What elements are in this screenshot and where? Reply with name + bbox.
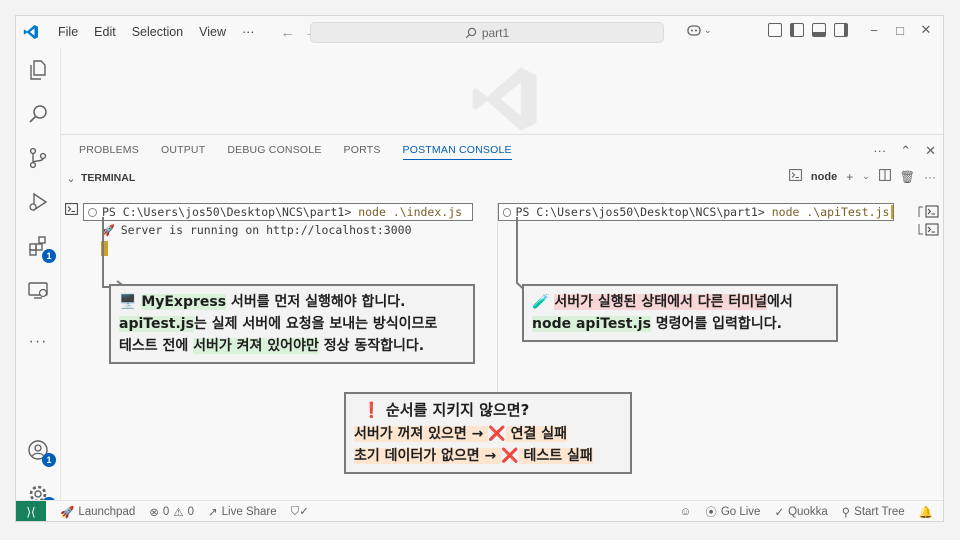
shield-check-icon: ⛉✓ xyxy=(290,506,309,518)
tree-icon: ⚲ xyxy=(841,507,851,519)
cross-mark-icon: ❌ xyxy=(488,426,506,442)
quokka-item[interactable]: ✓ Quokka xyxy=(774,505,827,519)
status-right: ☺ ⦿ Go Live ✓ Quokka ⚲ Start Tree 🔔 xyxy=(680,501,933,521)
menu-view[interactable]: View xyxy=(191,16,234,48)
source-control-icon[interactable] xyxy=(26,146,50,170)
editor-area xyxy=(60,48,943,134)
callout3-line1-result: 연결 실패 xyxy=(505,426,567,442)
minimize-icon[interactable]: − xyxy=(865,23,883,38)
callout1-line1-text: 서버를 먼저 실행해야 합니다. xyxy=(226,294,406,310)
error-count: 0 xyxy=(162,505,170,518)
callout3-line1-text: 서버가 꺼져 있으면 → xyxy=(354,426,489,442)
warning-icon: ⚠ xyxy=(173,506,184,519)
copilot-icon[interactable]: ☺ xyxy=(680,506,692,518)
launchpad-label: Launchpad xyxy=(78,505,136,518)
problems-item[interactable]: ⊗ 0 ⚠ 0 xyxy=(149,505,194,519)
menu-edit[interactable]: Edit xyxy=(86,16,124,48)
chevron-down-icon: ⌄ xyxy=(704,24,712,35)
warning-count: 0 xyxy=(187,505,195,518)
search-icon xyxy=(465,27,477,38)
search-icon[interactable] xyxy=(26,102,50,126)
callout1-line2-text: 는 실제 서버에 요청을 보내는 방식이므로 xyxy=(193,316,438,332)
callout1-line3-highlight: 서버가 켜져 있어야만 xyxy=(193,338,319,354)
callout-other-terminal: 🧪 서버가 실행된 상태에서 다른 터미널에서 node apiTest.js … xyxy=(522,284,838,342)
launchpad-item[interactable]: 🚀 Launchpad xyxy=(60,505,135,519)
live-share-icon: ↗ xyxy=(208,506,218,519)
toggle-panel-icon[interactable] xyxy=(812,23,826,37)
notifications-bell-icon[interactable]: 🔔 xyxy=(919,505,933,519)
broadcast-icon: ⦿ xyxy=(705,507,717,519)
cross-mark-icon: ❌ xyxy=(501,448,519,464)
status-bar: ⟩⟨ 🚀 Launchpad ⊗ 0 ⚠ 0 ↗ Live Share ⛉✓ ☺… xyxy=(16,500,943,521)
back-arrow-icon[interactable]: ← xyxy=(281,24,295,40)
shield-item[interactable]: ⛉✓ xyxy=(291,504,309,519)
callout1-line3-text-b: 정상 동작합니다. xyxy=(318,338,425,354)
test-tube-icon: 🧪 xyxy=(532,294,550,310)
copilot-icon xyxy=(687,25,701,36)
go-live-label: Go Live xyxy=(720,506,761,518)
vscode-logo-icon xyxy=(16,16,46,48)
callout-order-warning: ❗ 순서를 지키지 않으면? 서버가 꺼져 있으면 → ❌ 연결 실패 초기 데… xyxy=(344,392,632,474)
exclamation-icon: ❗ xyxy=(362,401,381,419)
command-center-search[interactable]: part1 xyxy=(310,22,664,43)
copilot-button[interactable]: ⌄ xyxy=(686,23,712,37)
computer-icon: 🖥️ xyxy=(119,294,137,310)
explorer-icon[interactable] xyxy=(26,58,50,82)
live-share-label: Live Share xyxy=(221,505,277,518)
remote-indicator-icon[interactable]: ⟩⟨ xyxy=(16,500,46,521)
maximize-icon[interactable]: □ xyxy=(891,23,909,38)
callout2-line2-text: 명령어를 입력합니다. xyxy=(650,316,782,332)
callout3-line2-result: 테스트 실패 xyxy=(518,448,593,464)
live-share-item[interactable]: ↗ Live Share xyxy=(208,505,277,519)
accounts-icon[interactable]: 1 xyxy=(26,438,56,467)
callout3-title: 순서를 지키지 않으면? xyxy=(385,401,530,419)
callout3-line2-text: 초기 데이터가 없으면 → xyxy=(354,448,502,464)
quokka-icon: ✓ xyxy=(774,507,785,519)
menu-file[interactable]: File xyxy=(50,16,86,48)
callout2-line2-highlight: node apiTest.js xyxy=(532,316,651,332)
quokka-label: Quokka xyxy=(788,506,828,518)
callout-run-server-first: 🖥️ MyExpress 서버를 먼저 실행해야 합니다. apiTest.js… xyxy=(109,284,475,364)
go-live-item[interactable]: ⦿ Go Live xyxy=(705,504,760,520)
error-icon: ⊗ xyxy=(149,506,159,519)
callout2-line1-text: 에서 xyxy=(767,294,793,310)
customize-layout-icon[interactable] xyxy=(768,23,782,37)
rocket-icon: 🚀 xyxy=(60,506,75,519)
search-text: part1 xyxy=(481,25,510,40)
start-tree-item[interactable]: ⚲ Start Tree xyxy=(842,505,905,519)
remote-explorer-icon[interactable] xyxy=(26,278,50,302)
start-tree-label: Start Tree xyxy=(854,506,905,518)
extensions-icon[interactable]: 1 xyxy=(26,234,56,263)
callout2-line1-highlight-b: 다른 터미널 xyxy=(697,294,768,310)
close-icon[interactable]: ✕ xyxy=(917,22,935,38)
toggle-secondary-sidebar-icon[interactable] xyxy=(834,23,848,37)
vscode-watermark-icon xyxy=(461,63,549,138)
callout1-line3-text-a: 테스트 전에 xyxy=(119,338,194,354)
menu-more[interactable]: ··· xyxy=(234,16,263,48)
toggle-sidebar-icon[interactable] xyxy=(790,23,804,37)
callout2-line1-highlight-a: 서버가 실행된 상태에서 xyxy=(554,294,698,310)
run-debug-icon[interactable] xyxy=(26,190,50,214)
callout1-line2-highlight: apiTest.js xyxy=(119,316,194,332)
title-bar: File Edit Selection View ··· ← → part1 ⌄… xyxy=(16,16,943,48)
menu-selection[interactable]: Selection xyxy=(124,16,191,48)
callout1-line1-highlight: MyExpress xyxy=(141,294,227,310)
more-views-icon[interactable]: ··· xyxy=(26,330,50,354)
extensions-badge: 1 xyxy=(42,249,56,263)
activity-bar: 1 ··· 1 1 xyxy=(16,48,60,511)
layout-controls: − □ ✕ xyxy=(768,22,935,38)
accounts-badge: 1 xyxy=(42,453,56,467)
menu-bar: File Edit Selection View ··· xyxy=(50,16,263,48)
